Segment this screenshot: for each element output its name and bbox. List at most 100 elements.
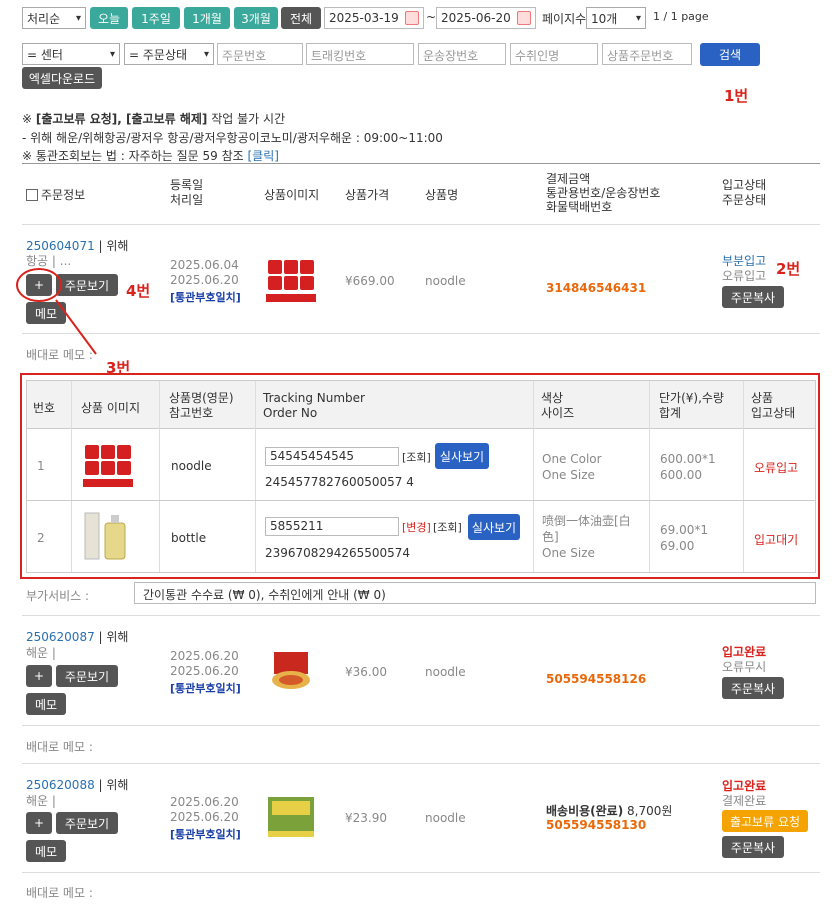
sub-row-1-unit: 600.00*1 xyxy=(660,452,716,466)
tracking-no-input[interactable]: 트래킹번호 xyxy=(306,43,414,65)
order-1-reg-date: 2025.06.04 xyxy=(170,258,239,272)
status-header: 입고상태 주문상태 xyxy=(722,178,766,208)
sub-row-2-photo-button[interactable]: 실사보기 xyxy=(468,514,520,540)
notice-click-link[interactable]: [클릭] xyxy=(248,149,279,163)
order-status-select[interactable]: = 주문상태 xyxy=(124,43,214,65)
order-3-hold-request-button[interactable]: 출고보류 요청 xyxy=(722,810,808,832)
sub-h-color: 색상 사이즈 xyxy=(541,391,574,421)
sub-row-1-total: 600.00 xyxy=(660,468,702,482)
order-2-name: noodle xyxy=(425,665,466,679)
date-from-input[interactable]: 2025-03-19 xyxy=(324,7,424,29)
sub-row-1-name: noodle xyxy=(171,459,212,473)
order-1-center: 위해 xyxy=(106,239,129,253)
notice-prefix: ※ xyxy=(22,112,33,126)
order-2-number-line: 250620087 | 위해 xyxy=(26,630,129,644)
order-3-status-2: 결제완료 xyxy=(722,794,767,808)
noodle-item-image xyxy=(83,443,133,489)
payment-header: 결제금액 통관용번호/운송장번호 화물택배번호 xyxy=(546,172,660,214)
today-button[interactable]: 오늘 xyxy=(90,7,128,29)
order-3-memo-button[interactable]: 메모 xyxy=(26,840,66,862)
search-button[interactable]: 검색 xyxy=(700,43,760,66)
page-size-select[interactable]: 10개 xyxy=(586,7,646,29)
price-header: 상품가격 xyxy=(345,188,390,202)
sub-h-status-2: 입고상태 xyxy=(751,406,796,420)
annotation-4: 4번 xyxy=(126,282,151,300)
center-value: = 센터 xyxy=(27,47,63,62)
sub-row-1-photo-button[interactable]: 실사보기 xyxy=(435,443,489,469)
sub-h-unit-1: 단가(¥),수량 xyxy=(659,391,724,405)
order-2-number[interactable]: 250620087 xyxy=(26,630,95,644)
order-2-memo-label: 배대로 메모 : xyxy=(26,740,93,754)
order-2-ship-line: 해운 | xyxy=(26,646,56,660)
order-1-tracking: 314846546431 xyxy=(546,281,647,295)
week-button[interactable]: 1주일 xyxy=(132,7,180,29)
page-info: 1 / 1 page xyxy=(653,10,709,23)
sub-row-1-status: 오류입고 xyxy=(754,461,799,475)
order-1-status-2: 오류입고 xyxy=(722,269,767,283)
sub-row-2-tracking-input[interactable]: 5855211 xyxy=(265,517,399,536)
notice-rest: 작업 불가 시간 xyxy=(211,112,286,126)
order-info-label: 주문정보 xyxy=(41,188,86,202)
excel-download-button[interactable]: 엑셀다운로드 xyxy=(22,67,102,89)
calendar-icon[interactable] xyxy=(517,11,531,25)
sub-row-1-size: One Size xyxy=(542,468,595,482)
month-button[interactable]: 1개월 xyxy=(184,7,230,29)
order-3-pay-label: 배송비용(완료) xyxy=(546,804,624,818)
order-2-dates: 2025.06.20 2025.06.20 xyxy=(170,649,239,679)
center-select[interactable]: = 센터 xyxy=(22,43,120,65)
date-to-input[interactable]: 2025-06-20 xyxy=(436,7,536,29)
order-3-tracking: 505594558130 xyxy=(546,818,647,832)
sub-row-2-amount: 69.00*1 69.00 xyxy=(660,522,708,554)
date-header: 등록일 처리일 xyxy=(170,178,203,208)
order-2-expand-button[interactable]: + xyxy=(26,665,52,687)
order-3-number[interactable]: 250620088 xyxy=(26,778,95,792)
sub-row-2-size: One Size xyxy=(542,546,595,560)
order-2-memo-button[interactable]: 메모 xyxy=(26,693,66,715)
date-tilde: ~ xyxy=(426,10,437,24)
order-1-copy-button[interactable]: 주문복사 xyxy=(722,286,784,308)
order-3-ship-line: 해운 | xyxy=(26,794,56,808)
image-header: 상품이미지 xyxy=(264,188,320,202)
sub-h-color-2: 사이즈 xyxy=(541,406,575,420)
order-1-dates: 2025.06.04 2025.06.20 xyxy=(170,258,239,288)
sub-row-1-tracking-input[interactable]: 54545454545 xyxy=(265,447,399,466)
select-all-checkbox[interactable] xyxy=(26,188,38,201)
sub-row-2-color: 喷倒一体油壶[白色] xyxy=(542,514,631,544)
sub-h-track-2: Order No xyxy=(263,406,318,420)
order-2-view-button[interactable]: 주문보기 xyxy=(56,665,118,687)
calendar-icon[interactable] xyxy=(405,11,419,25)
sub-row-2-no: 2 xyxy=(37,531,45,545)
highlight-circle xyxy=(16,268,62,302)
invoice-no-input[interactable]: 운송장번호 xyxy=(418,43,506,65)
order-1-number[interactable]: 250604071 xyxy=(26,239,95,253)
order-2-tracking: 505594558126 xyxy=(546,672,647,686)
order-3-view-button[interactable]: 주문보기 xyxy=(56,812,118,834)
sort-select[interactable]: 처리순 xyxy=(22,7,86,29)
noodle-box-thumbnail xyxy=(266,793,316,841)
annotation-arrow xyxy=(55,299,97,355)
sub-h-no: 번호 xyxy=(33,401,56,415)
sub-row-2-lookup-link[interactable]: [조회] xyxy=(433,519,462,535)
sub-h-track: Tracking Number Order No xyxy=(263,391,365,421)
noodle-thumbnail xyxy=(266,258,316,304)
sub-h-unit: 단가(¥),수량 합계 xyxy=(659,391,724,421)
order-2-copy-button[interactable]: 주문복사 xyxy=(722,677,784,699)
order-3-dates: 2025.06.20 2025.06.20 xyxy=(170,795,239,825)
order-1-view-button[interactable]: 주문보기 xyxy=(56,274,118,296)
date-to-value: 2025-06-20 xyxy=(441,11,511,25)
all-button[interactable]: 전체 xyxy=(281,7,321,29)
order-3-expand-button[interactable]: + xyxy=(26,812,52,834)
order-3-copy-button[interactable]: 주문복사 xyxy=(722,836,784,858)
extra-service-value: 간이통관 수수료 (₩ 0), 수취인에게 안내 (₩ 0) xyxy=(134,582,816,604)
sub-row-2-change-link[interactable]: [변경] xyxy=(402,519,431,535)
order-no-input[interactable]: 주문번호 xyxy=(217,43,303,65)
notice-bold: [출고보류 요청], [출고보류 해제] xyxy=(35,112,208,126)
sub-h-img: 상품 이미지 xyxy=(81,401,141,415)
receiver-input[interactable]: 수취인명 xyxy=(510,43,598,65)
sub-row-1-option: One Color One Size xyxy=(542,451,602,483)
sub-row-1-lookup-link[interactable]: [조회] xyxy=(402,449,431,465)
product-order-input[interactable]: 상품주문번호 xyxy=(602,43,692,65)
sub-row-1-amount: 600.00*1 600.00 xyxy=(660,451,716,483)
three-month-button[interactable]: 3개월 xyxy=(234,7,278,29)
order-3-payment: 배송비용(완료) 8,700원 xyxy=(546,802,672,819)
